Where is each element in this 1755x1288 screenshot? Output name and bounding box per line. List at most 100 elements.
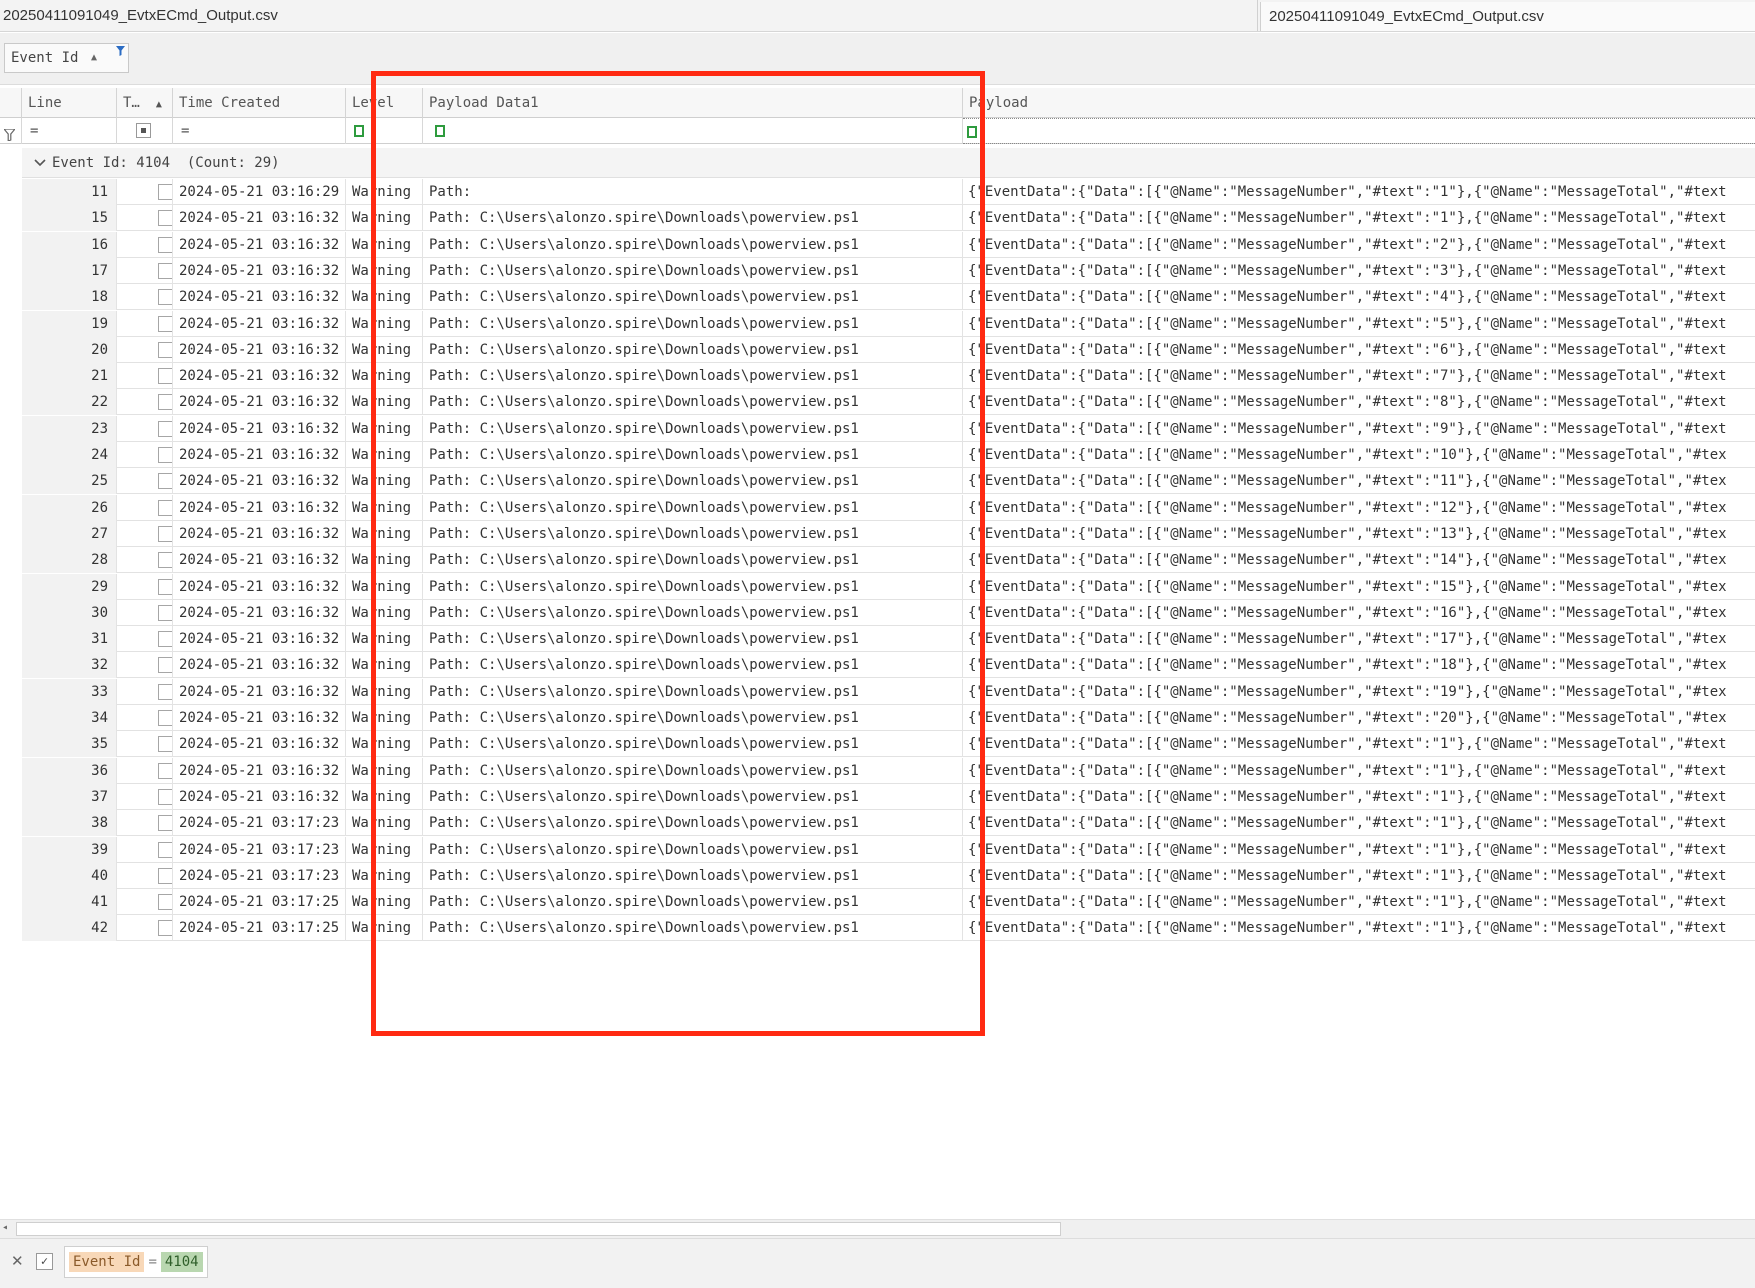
row-checkbox[interactable] <box>158 657 172 674</box>
row-checkbox[interactable] <box>158 683 172 700</box>
table-row[interactable]: 25 2024-05-21 03:16:32 Warning Path: C:\Use… <box>22 468 1755 495</box>
indeterminate-checkbox[interactable] <box>136 123 151 138</box>
table-row[interactable]: 37 2024-05-21 03:16:32 Warning Path: C:\Use… <box>22 783 1755 810</box>
sort-ascending-icon[interactable]: ▲ <box>91 44 97 72</box>
row-checkbox[interactable] <box>158 841 172 858</box>
cell-payload-data1: Path: C:\Users\alonzo.spire\Downloads\po… <box>423 599 963 626</box>
table-row[interactable]: 39 2024-05-21 03:17:23 Warning Path: C:\Use… <box>22 836 1755 863</box>
table-row[interactable]: 22 2024-05-21 03:16:32 Warning Path: C:\Use… <box>22 389 1755 416</box>
row-checkbox[interactable] <box>158 184 172 200</box>
row-checkbox[interactable] <box>158 920 172 937</box>
table-row[interactable]: 11 2024-05-21 03:16:29 Warning Path: {"Event… <box>22 179 1755 205</box>
table-row[interactable]: 30 2024-05-21 03:16:32 Warning Path: C:\Use… <box>22 599 1755 626</box>
table-row[interactable]: 17 2024-05-21 03:16:32 Warning Path: C:\Use… <box>22 257 1755 284</box>
table-row[interactable]: 32 2024-05-21 03:16:32 Warning Path: C:\Use… <box>22 652 1755 679</box>
cell-level: Warning <box>346 678 423 705</box>
scroll-left-icon[interactable]: ◂ <box>2 1222 8 1233</box>
row-checkbox[interactable] <box>158 236 172 253</box>
group-row-event-id[interactable]: Event Id: 4104 (Count: 29) <box>22 148 1755 178</box>
table-row[interactable]: 40 2024-05-21 03:17:23 Warning Path: C:\Use… <box>22 862 1755 889</box>
column-header-payload[interactable]: Payload <box>963 88 1755 118</box>
row-checkbox[interactable] <box>158 631 172 648</box>
row-checkbox[interactable] <box>158 210 172 227</box>
table-row[interactable]: 21 2024-05-21 03:16:32 Warning Path: C:\Use… <box>22 363 1755 390</box>
table-row[interactable]: 41 2024-05-21 03:17:25 Warning Path: C:\Use… <box>22 889 1755 916</box>
row-checkbox[interactable] <box>158 341 172 358</box>
cell-payload: {"EventData":{"Data":[{"@Name":"MessageN… <box>968 236 1727 253</box>
column-header-line[interactable]: Line <box>22 88 117 118</box>
row-checkbox[interactable] <box>158 394 172 411</box>
cell-line: 11 <box>22 179 117 205</box>
table-row[interactable]: 23 2024-05-21 03:16:32 Warning Path: C:\Use… <box>22 415 1755 442</box>
row-checkbox[interactable] <box>158 447 172 463</box>
filter-input-time-created[interactable]: = <box>173 118 346 144</box>
chevron-down-icon[interactable] <box>22 148 52 178</box>
table-row[interactable]: 24 2024-05-21 03:16:32 Warning Path: C:\Use… <box>22 442 1755 468</box>
filter-input-payload[interactable] <box>963 118 1755 144</box>
row-checkbox[interactable] <box>158 473 172 490</box>
table-row[interactable]: 33 2024-05-21 03:16:32 Warning Path: C:\Use… <box>22 678 1755 705</box>
cell-level: Warning <box>346 783 423 810</box>
enable-filter-checkbox[interactable]: ✓ <box>36 1253 53 1270</box>
table-row[interactable]: 19 2024-05-21 03:16:32 Warning Path: C:\Use… <box>22 310 1755 337</box>
cell-checkbox <box>117 415 173 442</box>
cell-payload: {"EventData":{"Data":[{"@Name":"MessageN… <box>968 262 1727 279</box>
row-checkbox[interactable] <box>158 867 172 884</box>
file-tab-right[interactable]: 20250411091049_EvtxECmd_Output.csv <box>1260 2 1755 31</box>
table-row[interactable]: 42 2024-05-21 03:17:25 Warning Path: C:\Use… <box>22 915 1755 942</box>
horizontal-scrollbar[interactable]: ◂ <box>0 1219 1755 1238</box>
filter-funnel-icon[interactable] <box>116 38 125 66</box>
contains-filter-icon <box>354 125 364 137</box>
scrollbar-thumb[interactable] <box>16 1222 1061 1236</box>
cell-level: Warning <box>346 652 423 679</box>
column-header-level[interactable]: Level <box>346 88 423 118</box>
filter-input-line[interactable]: = <box>22 118 117 144</box>
group-by-chip-event-id[interactable]: Event Id ▲ <box>4 43 129 73</box>
table-row[interactable]: 27 2024-05-21 03:16:32 Warning Path: C:\Use… <box>22 520 1755 547</box>
filter-input-payload-data1[interactable] <box>423 118 963 144</box>
file-tab-left[interactable]: 20250411091049_EvtxECmd_Output.csv <box>0 0 1258 31</box>
table-row[interactable]: 15 2024-05-21 03:16:32 Warning Path: C:\Use… <box>22 205 1755 232</box>
column-header-payload-data1[interactable]: Payload Data1 <box>423 88 963 118</box>
row-checkbox[interactable] <box>158 525 172 542</box>
row-checkbox[interactable] <box>158 894 172 911</box>
row-checkbox[interactable] <box>158 736 172 753</box>
table-row[interactable]: 18 2024-05-21 03:16:32 Warning Path: C:\Use… <box>22 284 1755 311</box>
table-row[interactable]: 28 2024-05-21 03:16:32 Warning Path: C:\Use… <box>22 547 1755 574</box>
filter-checkbox-t[interactable] <box>117 118 173 144</box>
filter-input-level[interactable] <box>346 118 423 144</box>
row-checkbox[interactable] <box>158 499 172 516</box>
row-checkbox[interactable] <box>158 552 172 569</box>
filter-expression[interactable]: Event Id = 4104 <box>64 1246 208 1278</box>
table-row[interactable]: 26 2024-05-21 03:16:32 Warning Path: C:\Use… <box>22 494 1755 521</box>
row-checkbox[interactable] <box>158 710 172 726</box>
table-row[interactable]: 20 2024-05-21 03:16:32 Warning Path: C:\Use… <box>22 336 1755 363</box>
row-checkbox[interactable] <box>158 368 172 385</box>
row-checkbox[interactable] <box>158 815 172 832</box>
cell-level: Warning <box>346 889 423 916</box>
table-row[interactable]: 34 2024-05-21 03:16:32 Warning Path: C:\Use… <box>22 705 1755 731</box>
row-checkbox[interactable] <box>158 762 172 779</box>
table-row[interactable]: 29 2024-05-21 03:16:32 Warning Path: C:\Use… <box>22 573 1755 600</box>
clear-filter-icon[interactable]: ✕ <box>11 1252 24 1270</box>
cell-checkbox <box>117 599 173 626</box>
row-checkbox[interactable] <box>158 788 172 805</box>
cell-payload-data1: Path: C:\Users\alonzo.spire\Downloads\po… <box>423 678 963 705</box>
row-checkbox[interactable] <box>158 262 172 279</box>
row-checkbox[interactable] <box>158 604 172 621</box>
table-row[interactable]: 38 2024-05-21 03:17:23 Warning Path: C:\Use… <box>22 810 1755 837</box>
cell-line: 37 <box>22 783 117 810</box>
row-checkbox[interactable] <box>158 289 172 306</box>
group-by-panel: Event Id ▲ <box>0 33 1755 85</box>
table-row[interactable]: 31 2024-05-21 03:16:32 Warning Path: C:\Use… <box>22 626 1755 653</box>
row-checkbox[interactable] <box>158 315 172 332</box>
row-checkbox[interactable] <box>158 578 172 595</box>
table-row[interactable]: 16 2024-05-21 03:16:32 Warning Path: C:\Use… <box>22 231 1755 258</box>
column-header-t[interactable]: T… ▲ <box>117 88 173 118</box>
row-checkbox[interactable] <box>158 420 172 437</box>
cell-payload: {"EventData":{"Data":[{"@Name":"MessageN… <box>968 710 1727 726</box>
table-row[interactable]: 36 2024-05-21 03:16:32 Warning Path: C:\Use… <box>22 757 1755 784</box>
column-header-time-created[interactable]: Time Created <box>173 88 346 118</box>
cell-checkbox <box>117 652 173 679</box>
table-row[interactable]: 35 2024-05-21 03:16:32 Warning Path: C:\Use… <box>22 731 1755 758</box>
